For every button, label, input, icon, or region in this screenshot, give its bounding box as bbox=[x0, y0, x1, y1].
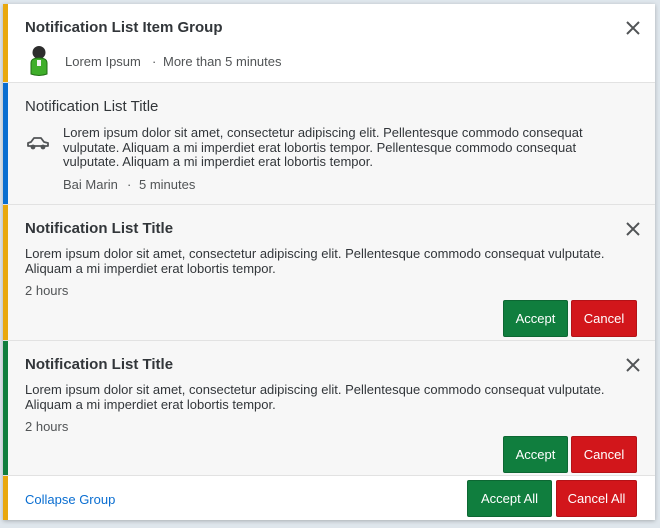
warning-stripe bbox=[3, 476, 8, 520]
group-author: Lorem Ipsum bbox=[65, 54, 141, 69]
success-stripe bbox=[3, 341, 8, 475]
notification-author: Bai Marin bbox=[63, 177, 118, 192]
group-title: Notification List Item Group bbox=[25, 19, 223, 36]
cancel-button[interactable]: Cancel bbox=[571, 300, 637, 337]
close-icon[interactable] bbox=[623, 219, 643, 239]
notification-title: Notification List Title bbox=[25, 356, 174, 373]
notification-description: Lorem ipsum dolor sit amet, consectetur … bbox=[25, 246, 605, 276]
notification-item-1[interactable]: Notification List Title Lorem ipsum dolo… bbox=[3, 83, 655, 205]
meta-separator: · bbox=[127, 177, 132, 192]
meta-separator: · bbox=[152, 54, 157, 69]
group-time: More than 5 minutes bbox=[163, 54, 282, 69]
accept-all-button[interactable]: Accept All bbox=[467, 480, 552, 517]
notification-item-2[interactable]: Notification List Title Lorem ipsum dolo… bbox=[3, 205, 655, 341]
warning-stripe bbox=[3, 4, 8, 82]
info-stripe bbox=[3, 83, 8, 204]
notification-time: 5 minutes bbox=[139, 177, 196, 192]
notification-description: Lorem ipsum dolor sit amet, consectetur … bbox=[63, 125, 583, 169]
notification-time: 2 hours bbox=[25, 283, 69, 298]
car-icon bbox=[27, 137, 49, 150]
notification-group-panel: Notification List Item Group Lorem Ipsum… bbox=[3, 4, 655, 520]
cancel-all-button[interactable]: Cancel All bbox=[556, 480, 637, 517]
cancel-button[interactable]: Cancel bbox=[571, 436, 637, 473]
group-footer: Collapse Group Accept All Cancel All bbox=[3, 476, 655, 520]
notification-description: Lorem ipsum dolor sit amet, consectetur … bbox=[25, 382, 605, 412]
user-avatar-icon bbox=[30, 46, 48, 76]
accept-button[interactable]: Accept bbox=[503, 300, 568, 337]
notification-title: Notification List Title bbox=[25, 220, 174, 237]
warning-stripe bbox=[3, 205, 8, 340]
close-icon[interactable] bbox=[623, 355, 643, 375]
notification-time: 2 hours bbox=[25, 419, 69, 434]
accept-button[interactable]: Accept bbox=[503, 436, 568, 473]
group-header: Notification List Item Group Lorem Ipsum… bbox=[3, 4, 655, 83]
collapse-group-link[interactable]: Collapse Group bbox=[25, 492, 115, 507]
close-icon[interactable] bbox=[623, 18, 643, 38]
notification-item-3[interactable]: Notification List Title Lorem ipsum dolo… bbox=[3, 341, 655, 476]
notification-title: Notification List Title bbox=[25, 98, 159, 115]
